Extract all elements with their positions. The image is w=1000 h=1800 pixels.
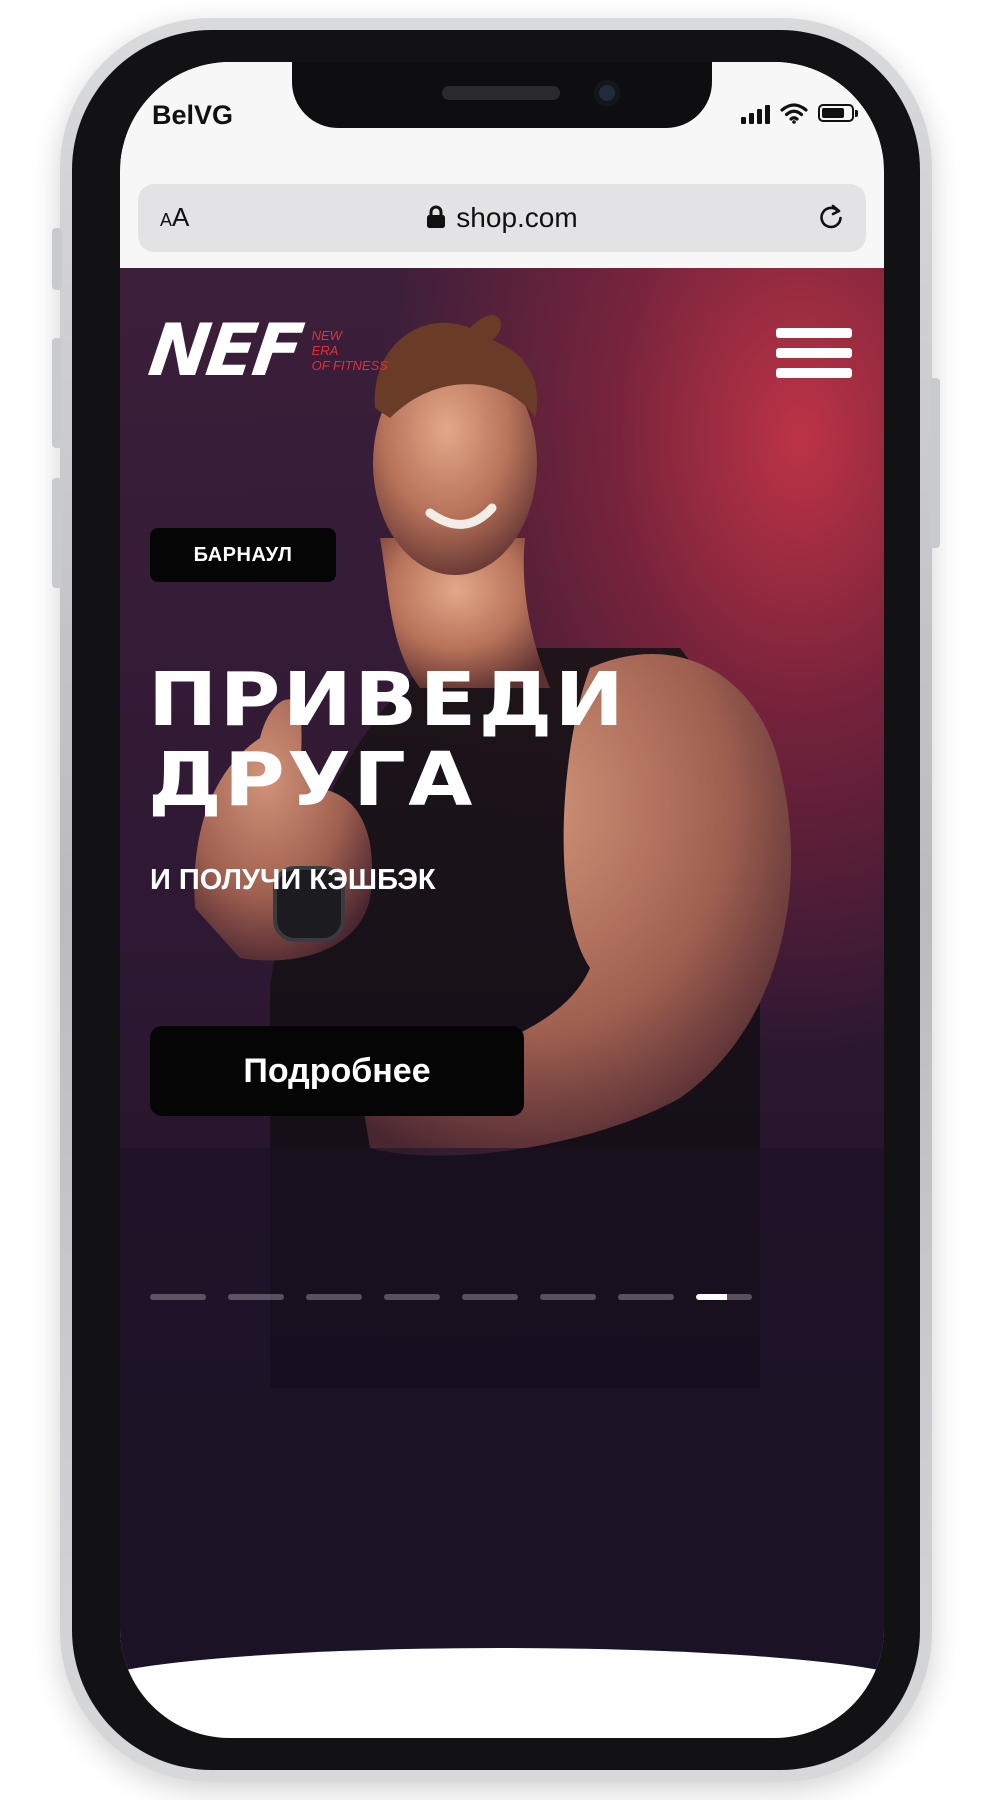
status-bar: BelVG — [120, 62, 884, 162]
battery-icon — [818, 104, 858, 122]
slider-dot[interactable] — [696, 1294, 752, 1300]
slider-dot[interactable] — [618, 1294, 674, 1300]
url-display[interactable]: shop.com — [138, 202, 866, 234]
hamburger-menu-icon[interactable] — [776, 328, 852, 386]
carrier-name: BelVG — [152, 100, 234, 130]
status-icons — [741, 102, 858, 124]
city-badge[interactable]: БАРНАУЛ — [150, 528, 336, 582]
front-camera — [594, 80, 620, 106]
phone-screen: BelVG AA shop.com NEF NEW ERA OF FITNESS… — [120, 62, 884, 1738]
logo-tagline-line: ERA — [311, 342, 339, 358]
lock-icon — [427, 205, 446, 228]
slider-dot[interactable] — [306, 1294, 362, 1300]
browser-address-bar[interactable]: AA shop.com — [138, 184, 866, 252]
battery-level — [822, 108, 845, 118]
slider-dot[interactable] — [384, 1294, 440, 1300]
slider-pagination — [150, 1294, 752, 1300]
signal-icon — [741, 102, 770, 124]
slider-dot[interactable] — [540, 1294, 596, 1300]
hero-headline: ПРИВЕДИ ДРУГА — [148, 660, 626, 820]
athlete-photo — [120, 315, 884, 1738]
headline-line: ПРИВЕДИ — [148, 657, 627, 743]
logo-tagline: NEW ERA OF FITNESS — [312, 328, 388, 373]
notch — [292, 62, 712, 128]
wifi-icon — [780, 103, 808, 124]
headline-line: ДРУГА — [148, 737, 475, 823]
volume-up-button — [52, 228, 62, 290]
hero-banner: NEF NEW ERA OF FITNESS БАРНАУЛ ПРИВЕДИ Д… — [120, 268, 884, 1738]
volume-down-button — [52, 338, 62, 448]
silent-switch — [52, 478, 62, 588]
site-logo[interactable]: NEF NEW ERA OF FITNESS — [144, 308, 388, 392]
url-text: shop.com — [456, 202, 578, 233]
logo-wordmark: NEF — [144, 308, 306, 392]
logo-tagline-line: NEW — [311, 327, 342, 343]
logo-tagline-line: OF FITNESS — [311, 357, 388, 373]
slider-dot[interactable] — [228, 1294, 284, 1300]
speaker-grille — [442, 86, 560, 100]
home-indicator-area — [120, 1648, 884, 1738]
slider-dot[interactable] — [462, 1294, 518, 1300]
power-button — [930, 378, 940, 548]
more-details-button[interactable]: Подробнее — [150, 1026, 524, 1116]
hero-subheadline: И ПОЛУЧИ КЭШБЭК — [150, 864, 436, 896]
slider-dot[interactable] — [150, 1294, 206, 1300]
reload-icon[interactable] — [816, 202, 846, 232]
